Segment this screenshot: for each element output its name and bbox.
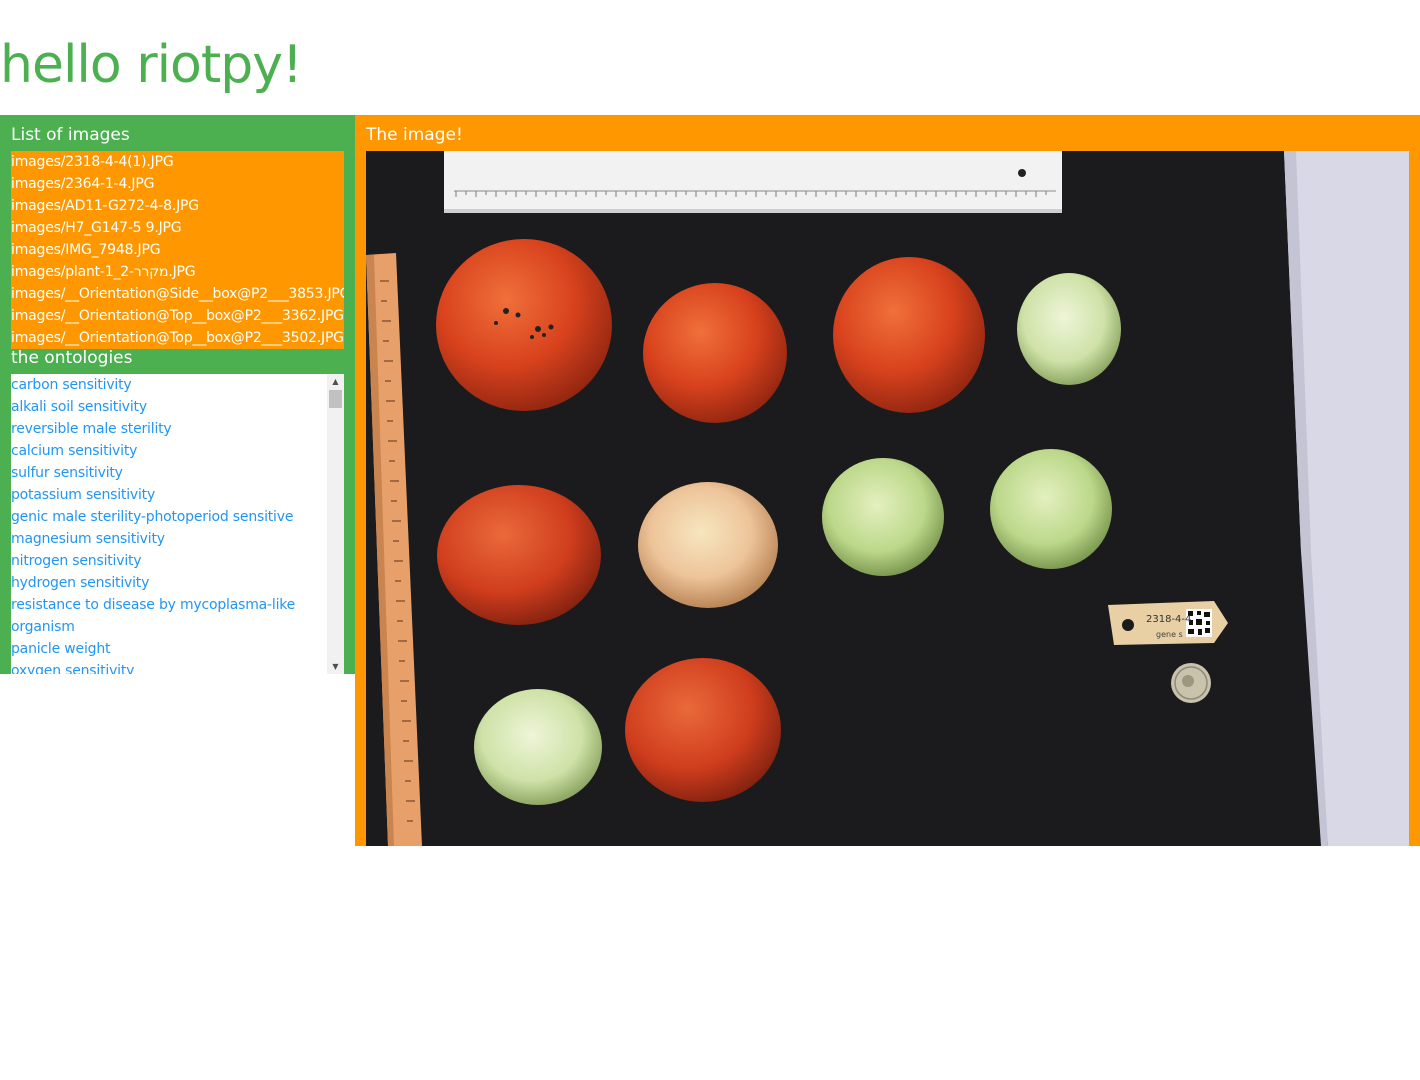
page-title: hello riotpy! [0,35,303,95]
ontology-item[interactable]: reversible male sterility [11,418,327,440]
label-tag-graphic: 2318-4-4 gene s [1108,601,1228,645]
images-sidebar: List of images images/2318-4-4(1).JPG im… [0,115,355,674]
coin-graphic [1171,663,1211,703]
ontology-item[interactable]: potassium sensitivity [11,484,327,506]
ontology-item[interactable]: panicle weight [11,638,327,660]
image-list-item[interactable]: images/__Orientation@Top__box@P2___3362.… [11,305,344,327]
tomato-red [625,658,781,802]
ontology-item[interactable]: resistance to disease by mycoplasma-like… [11,594,327,638]
image-list-item[interactable]: images/H7_G147-5 9.JPG [11,217,344,239]
tomato-green [474,689,602,805]
ontology-item[interactable]: calcium sensitivity [11,440,327,462]
ontologies-listbox[interactable]: carbon sensitivity alkali soil sensitivi… [11,374,344,674]
tomato-red [436,239,612,411]
ontology-item[interactable]: sulfur sensitivity [11,462,327,484]
ontology-item[interactable]: hydrogen sensitivity [11,572,327,594]
image-viewer-heading: The image! [366,125,463,145]
tag-sublabel: gene s [1156,630,1183,639]
horizontal-ruler-graphic [444,151,1062,213]
scroll-up-icon[interactable]: ▲ [327,374,344,389]
tag-label: 2318-4-4 [1146,614,1191,625]
ontologies-scrollbar[interactable]: ▲ ▼ [327,374,344,674]
ontology-item[interactable]: magnesium sensitivity [11,528,327,550]
image-list-item[interactable]: images/IMG_7948.JPG [11,239,344,261]
image-list-item[interactable]: images/2364-1-4.JPG [11,173,344,195]
image-list-item[interactable]: images/plant-1_2-מקרר.JPG [11,261,344,283]
ontology-item[interactable]: carbon sensitivity [11,374,327,396]
ontology-item[interactable]: nitrogen sensitivity [11,550,327,572]
tomato-red [643,283,787,423]
tomato-green [990,449,1112,569]
tomato-red [833,257,985,413]
image-list-item[interactable]: images/__Orientation@Top__box@P2___3502.… [11,327,344,349]
image-viewer-panel: The image! 2318-4-4 gene s [355,115,1420,846]
tomato-red [437,485,601,625]
ontology-item[interactable]: oxygen sensitivity [11,660,327,674]
tomato-photo: 2318-4-4 gene s [366,151,1409,846]
tomato-green [1017,273,1121,385]
images-list-heading: List of images [11,125,130,145]
scroll-down-icon[interactable]: ▼ [327,659,344,674]
tomato-green [822,458,944,576]
image-list-item[interactable]: images/__Orientation@Side__box@P2___3853… [11,283,344,305]
ontology-item[interactable]: alkali soil sensitivity [11,396,327,418]
scroll-thumb[interactable] [329,390,342,408]
ontologies-heading: the ontologies [11,348,133,368]
ontologies-list: carbon sensitivity alkali soil sensitivi… [11,374,327,674]
ontology-item[interactable]: genic male sterility-photoperiod sensiti… [11,506,327,528]
image-list-item[interactable]: images/AD11-G272-4-8.JPG [11,195,344,217]
images-list: images/2318-4-4(1).JPG images/2364-1-4.J… [11,151,344,349]
image-list-item[interactable]: images/2318-4-4(1).JPG [11,151,344,173]
tomato-blushing [638,482,778,608]
